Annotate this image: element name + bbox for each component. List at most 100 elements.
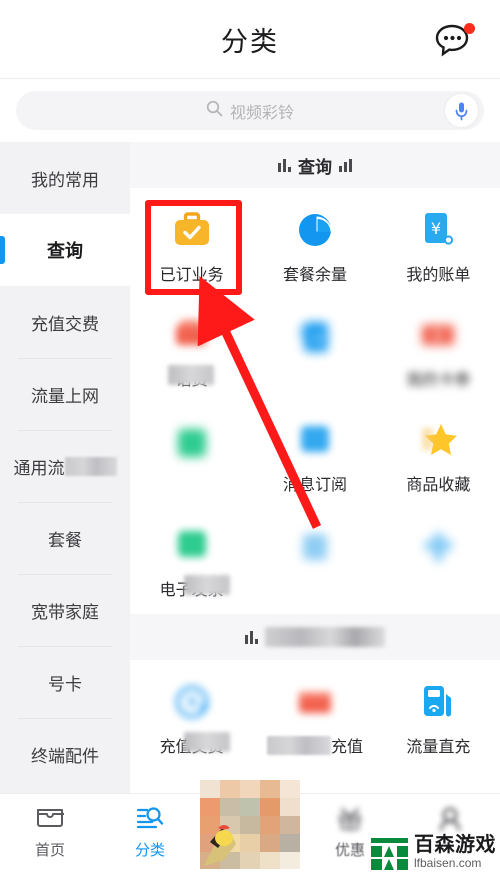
sidebar-active-indicator — [0, 236, 5, 264]
tile-card-recharge[interactable]: 充值 — [253, 666, 376, 771]
tile-grid-query: 已订业务 套餐余量 ¥ 我的账单 话费 ¥ ¥ 我的卡券 消息订阅 商品收藏 电… — [130, 188, 500, 614]
sidebar-item-label: 号卡 — [48, 674, 82, 694]
star-icon — [416, 418, 460, 462]
yuan-refresh-icon: ¥ — [170, 680, 214, 724]
section-header-recharge — [130, 614, 500, 660]
blurred-text-mask — [266, 736, 331, 755]
invoice-icon — [170, 523, 214, 567]
tile-label: 商品收藏 — [406, 477, 471, 494]
chat-notification-badge — [464, 23, 475, 34]
tile-my-coupons[interactable]: ¥ 我的卡券 — [377, 299, 500, 404]
tile-message-subscription[interactable]: 消息订阅 — [253, 404, 376, 509]
tile-blurred-blue-cross[interactable] — [377, 509, 500, 614]
section-title: 查询 — [298, 157, 332, 177]
svg-text:¥: ¥ — [431, 219, 441, 238]
wallet-icon — [170, 313, 214, 357]
tile-blurred-green[interactable] — [130, 404, 253, 509]
category-sidebar: 我的常用 查询 充值交费 流量上网 通用流 套餐 宽带家庭 号卡 终端配件 — [0, 142, 130, 793]
tile-label — [429, 579, 447, 597]
search-input[interactable]: 视频彩铃 — [16, 91, 484, 130]
sidebar-item-label: 终端配件 — [31, 746, 99, 766]
tile-blurred-blue-square[interactable] — [253, 509, 376, 614]
svg-text:¥: ¥ — [314, 332, 323, 348]
sidebar-item-my-favorites[interactable]: 我的常用 — [0, 142, 130, 214]
sidebar-item-data-internet[interactable]: 流量上网 — [0, 358, 130, 430]
sidebar-item-label: 我的常用 — [31, 170, 99, 190]
sidebar-item-recharge[interactable]: 充值交费 — [0, 286, 130, 358]
message-subscribe-icon — [293, 418, 337, 462]
tile-recharge-payment[interactable]: ¥ 充值交费 — [130, 666, 253, 771]
tile-blurred-notebook[interactable]: ¥ — [253, 299, 376, 404]
search-zone: 视频彩铃 — [0, 79, 500, 142]
sidebar-item-label: 查询 — [47, 241, 83, 261]
app-header: 分类 — [0, 0, 500, 79]
category-content: 查询 已订业务 套餐余量 ¥ 我的账单 话费 ¥ ¥ 我的卡券 消息订阅 商品收… — [130, 142, 500, 793]
sidebar-item-plans[interactable]: 套餐 — [0, 502, 130, 574]
blurred-text-mask — [64, 456, 117, 476]
sidebar-item-label: 流量上网 — [31, 386, 99, 406]
sidebar-item-label: 宽带家庭 — [31, 602, 99, 622]
tile-label: 充值交费 — [160, 733, 224, 757]
tile-label: 充值 — [266, 733, 363, 757]
tile-my-bill[interactable]: ¥ 我的账单 — [377, 194, 500, 299]
nav-label: 优惠 — [334, 842, 365, 859]
green-square-icon — [170, 421, 214, 465]
nav-label: 分类 — [134, 842, 165, 859]
center-promo-image[interactable] — [200, 780, 300, 869]
section-header-query: 查询 — [130, 142, 500, 188]
svg-text:¥: ¥ — [186, 693, 197, 713]
pie-chart-icon — [293, 208, 337, 252]
tile-grid-recharge: ¥ 充值交费 充值 流量直充 — [130, 660, 500, 771]
tile-direct-data-recharge[interactable]: 流量直充 — [377, 666, 500, 771]
search-icon — [206, 100, 223, 122]
tile-label — [183, 474, 201, 492]
category-search-icon — [133, 804, 167, 834]
nav-item-category[interactable]: 分类 — [100, 794, 200, 876]
card-recharge-icon — [293, 680, 337, 724]
site-watermark: 百森游戏 lfbaisen.com — [371, 835, 496, 872]
bar-chart-left-icon — [278, 158, 291, 172]
sidebar-item-query[interactable]: 查询 — [0, 214, 130, 286]
body-area: 我的常用 查询 充值交费 流量上网 通用流 套餐 宽带家庭 号卡 终端配件 查询… — [0, 142, 500, 793]
tile-label: 电子发票 — [160, 576, 224, 600]
tile-label: 我的卡券 — [406, 372, 471, 389]
tile-subscribed-services[interactable]: 已订业务 — [130, 194, 253, 299]
blue-square-icon — [293, 526, 337, 570]
tile-phone-fee[interactable]: 话费 — [130, 299, 253, 404]
bar-chart-right-icon — [339, 158, 352, 172]
bar-chart-left-icon — [245, 630, 258, 644]
receipt-yuan-icon: ¥ — [416, 208, 460, 252]
blue-cross-icon — [416, 526, 460, 570]
tile-label: 套餐余量 — [282, 267, 347, 284]
briefcase-check-icon — [170, 208, 214, 252]
search-placeholder: 视频彩铃 — [229, 104, 294, 122]
sidebar-item-broadband-family[interactable]: 宽带家庭 — [0, 574, 130, 646]
sidebar-item-sim-card[interactable]: 号卡 — [0, 646, 130, 718]
nav-item-home[interactable]: 首页 — [0, 794, 100, 876]
tile-label: 话费 — [176, 366, 208, 390]
sidebar-item-general-data[interactable]: 通用流 — [0, 430, 130, 502]
home-icon — [33, 804, 67, 834]
fuel-wifi-icon — [416, 680, 460, 724]
person-icon — [433, 804, 467, 834]
watermark-logo-icon — [371, 837, 408, 870]
microphone-icon[interactable] — [445, 94, 478, 127]
tile-label: 已订业务 — [159, 267, 224, 284]
coupon-yuan-icon: ¥ — [416, 313, 460, 357]
app-screen: 分类 视频彩铃 我的常用 查询 充值交费 流量上网 通用流 套餐 宽带家庭 号卡… — [0, 0, 500, 876]
sidebar-item-label: 充值交费 — [31, 314, 99, 334]
tile-plan-balance[interactable]: 套餐余量 — [253, 194, 376, 299]
nav-label: 首页 — [34, 842, 65, 859]
svg-text:¥: ¥ — [434, 327, 444, 345]
tile-label: 流量直充 — [406, 739, 471, 756]
tile-label — [306, 369, 324, 387]
tile-e-invoice[interactable]: 电子发票 — [130, 509, 253, 614]
sidebar-item-terminal-accessories[interactable]: 终端配件 — [0, 718, 130, 790]
tile-product-favorites[interactable]: 商品收藏 — [377, 404, 500, 509]
tile-label: 我的账单 — [406, 267, 471, 284]
notebook-yuan-icon: ¥ — [293, 316, 337, 360]
sidebar-item-label: 套餐 — [48, 530, 82, 550]
section-title-blurred — [265, 627, 385, 647]
chat-bubble-icon[interactable] — [434, 22, 478, 62]
tag-discount-icon — [333, 804, 367, 834]
